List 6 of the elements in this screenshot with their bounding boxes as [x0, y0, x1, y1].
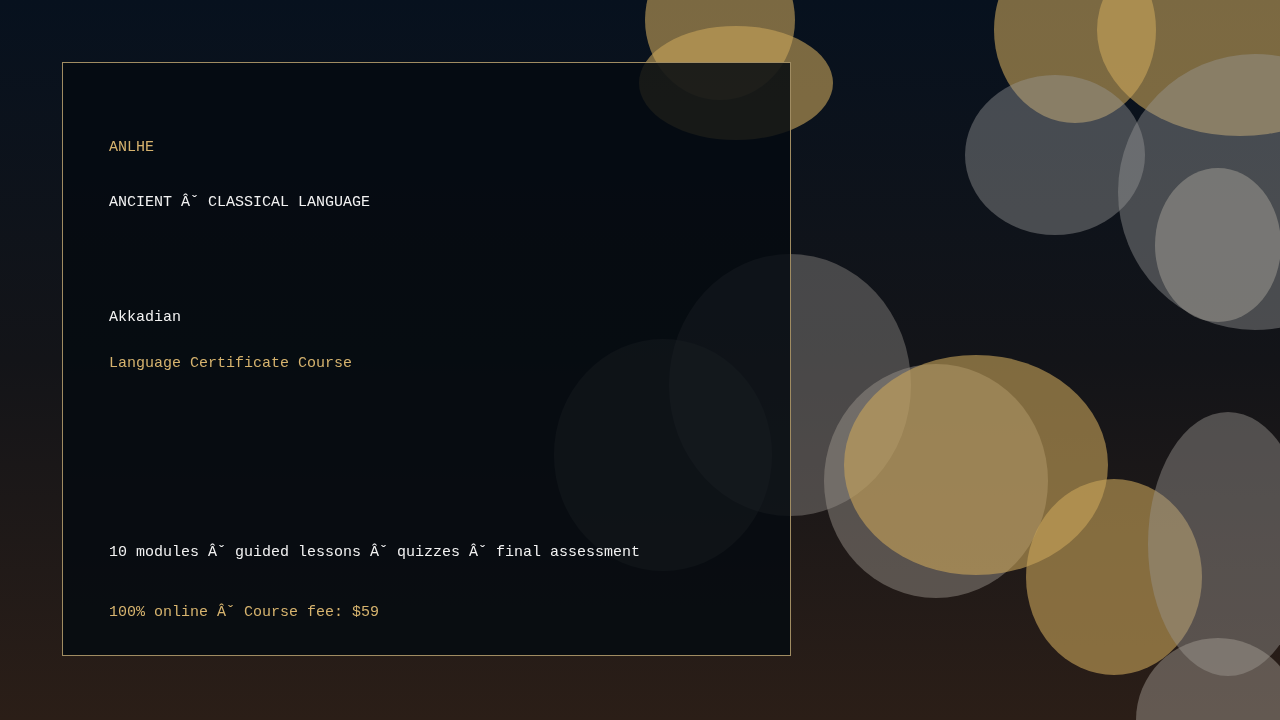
course-language: Akkadian	[109, 309, 181, 327]
category-label: ANCIENT Âˇ CLASSICAL LANGUAGE	[109, 194, 371, 212]
course-title: Language Certificate Course	[109, 355, 353, 373]
course-offer: 100% online Âˇ Course fee: $59	[109, 604, 380, 622]
brand-name: ANLHE	[109, 139, 154, 157]
course-details: 10 modules Âˇ guided lessons Âˇ quizzes Âˇ final assessment	[109, 544, 641, 562]
